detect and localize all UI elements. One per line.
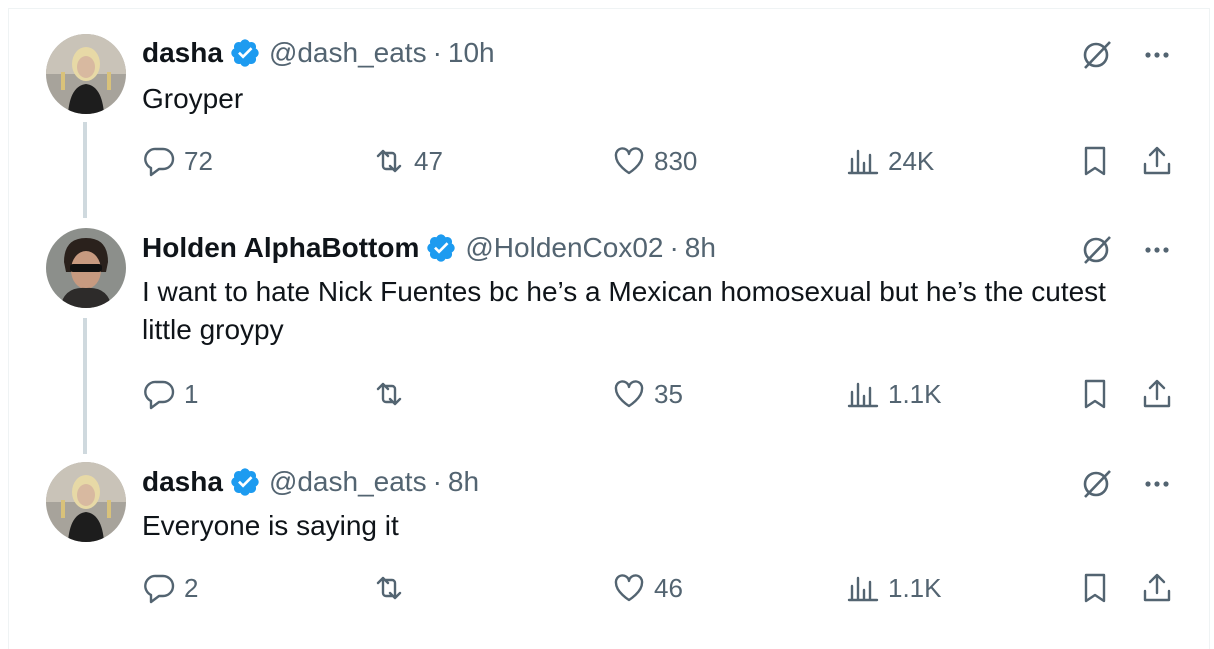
more-icon[interactable]	[1140, 467, 1174, 506]
tweet-actions: 2 46 1.1K	[142, 571, 1182, 611]
like-button[interactable]: 830	[612, 144, 697, 178]
handle[interactable]: @HoldenCox02	[465, 231, 663, 265]
views-count: 1.1K	[888, 378, 942, 409]
grok-icon[interactable]	[1080, 38, 1114, 77]
display-name[interactable]: dasha	[142, 465, 223, 499]
views-count: 24K	[888, 145, 935, 176]
separator-dot: ·	[432, 37, 442, 68]
retweet-button[interactable]: 47	[372, 144, 443, 178]
reply-button[interactable]: 2	[142, 571, 198, 605]
handle[interactable]: @dash_eats	[269, 465, 427, 499]
grok-icon[interactable]	[1080, 233, 1114, 272]
retweet-button[interactable]	[372, 377, 414, 411]
tweet[interactable]: Holden AlphaBottom @HoldenCox02 · 8h I w…	[0, 215, 1214, 451]
bookmark-button[interactable]	[1078, 571, 1112, 605]
reply-count: 1	[184, 378, 199, 409]
timestamp[interactable]: 10h	[448, 36, 495, 70]
reply-button[interactable]: 1	[142, 377, 198, 411]
timestamp[interactable]: 8h	[685, 231, 716, 265]
display-name[interactable]: Holden AlphaBottom	[142, 231, 419, 265]
verified-badge-icon[interactable]	[229, 466, 261, 498]
tweet-header: dasha @dash_eats · 8h	[142, 465, 479, 499]
more-icon[interactable]	[1140, 38, 1174, 77]
like-button[interactable]: 46	[612, 571, 683, 605]
share-icon	[1143, 146, 1171, 175]
grok-icon[interactable]	[1080, 467, 1114, 506]
share-button[interactable]	[1140, 377, 1174, 411]
tweet-actions: 72 47 830 24K	[142, 144, 1182, 184]
tweet-top-icons	[1080, 467, 1174, 506]
bookmark-icon	[1084, 379, 1106, 409]
share-button[interactable]	[1140, 144, 1174, 178]
like-icon	[614, 147, 644, 175]
like-count: 35	[654, 378, 683, 409]
verified-badge-icon[interactable]	[425, 232, 457, 264]
avatar[interactable]	[46, 228, 126, 308]
reply-icon	[144, 574, 175, 604]
reply-icon	[144, 147, 175, 177]
views-icon	[847, 576, 879, 602]
retweet-count: 47	[414, 145, 443, 176]
tweet-text: Groyper	[142, 83, 244, 114]
like-icon	[614, 380, 644, 408]
like-count: 830	[654, 145, 698, 176]
retweet-button[interactable]	[372, 571, 414, 605]
tweet-header: dasha @dash_eats · 10h	[142, 36, 495, 70]
display-name[interactable]: dasha	[142, 36, 223, 70]
separator-dot: ·	[432, 466, 442, 497]
share-icon	[1143, 573, 1171, 602]
bookmark-button[interactable]	[1078, 377, 1112, 411]
avatar-image	[46, 34, 126, 114]
views-button[interactable]: 1.1K	[846, 571, 942, 605]
verified-badge-icon[interactable]	[229, 37, 261, 69]
reply-count: 2	[184, 572, 199, 603]
bookmark-icon	[1084, 573, 1106, 603]
avatar-image	[46, 228, 126, 308]
like-count: 46	[654, 572, 683, 603]
share-icon	[1143, 379, 1171, 408]
tweet-text: I want to hate Nick Fuentes bc he’s a Me…	[142, 276, 1106, 345]
bookmark-button[interactable]	[1078, 144, 1112, 178]
tweet[interactable]: dasha @dash_eats · 10h Groyper 72 47 830	[0, 0, 1214, 215]
timestamp[interactable]: 8h	[448, 465, 479, 499]
separator-dot: ·	[669, 232, 679, 263]
views-button[interactable]: 24K	[846, 144, 934, 178]
avatar[interactable]	[46, 462, 126, 542]
retweet-icon	[376, 149, 402, 173]
share-button[interactable]	[1140, 571, 1174, 605]
tweet-text: Everyone is saying it	[142, 510, 399, 541]
retweet-icon	[376, 576, 402, 600]
handle[interactable]: @dash_eats	[269, 36, 427, 70]
bookmark-icon	[1084, 146, 1106, 176]
views-count: 1.1K	[888, 572, 942, 603]
avatar[interactable]	[46, 34, 126, 114]
tweet-top-icons	[1080, 233, 1174, 272]
tweet-actions: 1 35 1.1K	[142, 377, 1182, 417]
more-icon[interactable]	[1140, 233, 1174, 272]
tweet[interactable]: dasha @dash_eats · 8h Everyone is saying…	[0, 451, 1214, 630]
views-icon	[847, 149, 879, 175]
retweet-icon	[376, 382, 402, 406]
views-button[interactable]: 1.1K	[846, 377, 942, 411]
reply-button[interactable]: 72	[142, 144, 213, 178]
like-button[interactable]: 35	[612, 377, 683, 411]
like-icon	[614, 574, 644, 602]
tweet-top-icons	[1080, 38, 1174, 77]
reply-icon	[144, 380, 175, 410]
tweet-header: Holden AlphaBottom @HoldenCox02 · 8h	[142, 231, 716, 265]
views-icon	[847, 382, 879, 408]
reply-count: 72	[184, 145, 213, 176]
avatar-image	[46, 462, 126, 542]
